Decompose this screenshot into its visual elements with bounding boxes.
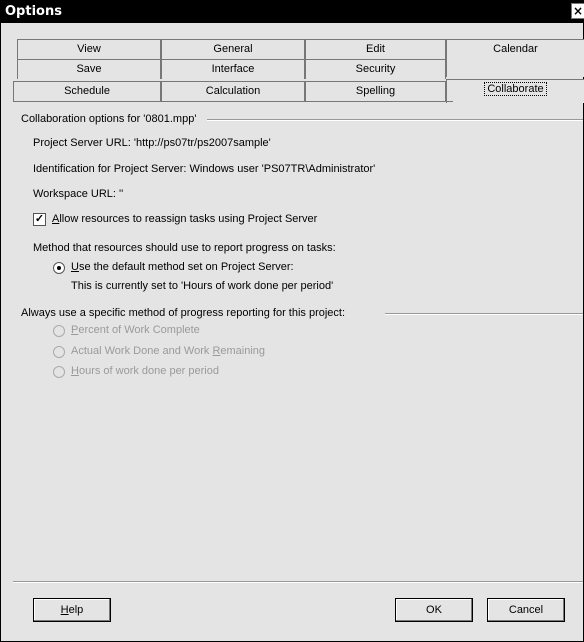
cancel-button[interactable]: Cancel: [487, 598, 565, 622]
title-bar: Options ×: [1, 1, 584, 23]
ok-button[interactable]: OK: [395, 598, 473, 622]
always-divider: [385, 313, 583, 315]
currently-set-text: This is currently set to 'Hours of work …: [71, 280, 334, 292]
tab-general[interactable]: General: [161, 39, 305, 59]
workspace-url-text: Workspace URL: '': [33, 188, 124, 200]
window-title: Options: [5, 4, 62, 19]
default-method-radio[interactable]: [53, 262, 65, 274]
tab-view[interactable]: View: [17, 39, 161, 59]
server-url-text: Project Server URL: 'http://ps07tr/ps200…: [33, 137, 271, 149]
tab-calculation[interactable]: Calculation: [161, 81, 305, 101]
method-label: Method that resources should use to repo…: [33, 242, 336, 254]
percent-complete-radio[interactable]: [53, 325, 65, 337]
bottom-separator: [13, 581, 583, 583]
allow-reassign-checkbox[interactable]: ✓: [33, 213, 46, 226]
group-divider: [207, 119, 583, 121]
tab-calendar[interactable]: Calendar: [446, 39, 584, 77]
actual-work-radio[interactable]: [53, 346, 65, 358]
tab-save[interactable]: Save: [17, 59, 161, 79]
tab-security[interactable]: Security: [305, 59, 446, 79]
options-dialog: Options × View General Edit Calendar Sav…: [0, 0, 584, 642]
close-icon[interactable]: ×: [571, 3, 584, 19]
help-button[interactable]: Help: [33, 598, 111, 622]
hours-per-period-label: Hours of work done per period: [71, 365, 219, 377]
tab-schedule[interactable]: Schedule: [13, 81, 161, 101]
tab-panel-border: [13, 101, 453, 102]
percent-complete-label: Percent of Work Complete: [71, 324, 200, 336]
hours-per-period-radio[interactable]: [53, 366, 65, 378]
allow-reassign-label[interactable]: Allow resources to reassign tasks using …: [52, 213, 317, 225]
default-method-label[interactable]: Use the default method set on Project Se…: [71, 261, 294, 273]
actual-work-label: Actual Work Done and Work Remaining: [71, 345, 266, 357]
tab-spelling[interactable]: Spelling: [305, 81, 446, 101]
tab-edit[interactable]: Edit: [305, 39, 446, 59]
tab-collaborate[interactable]: Collaborate: [446, 79, 584, 103]
always-label: Always use a specific method of progress…: [21, 307, 346, 319]
tab-strip: View General Edit Calendar Save Interfac…: [13, 39, 584, 103]
identification-text: Identification for Project Server: Windo…: [33, 163, 376, 175]
tab-interface[interactable]: Interface: [161, 59, 305, 79]
group-title: Collaboration options for '0801.mpp': [21, 113, 197, 125]
